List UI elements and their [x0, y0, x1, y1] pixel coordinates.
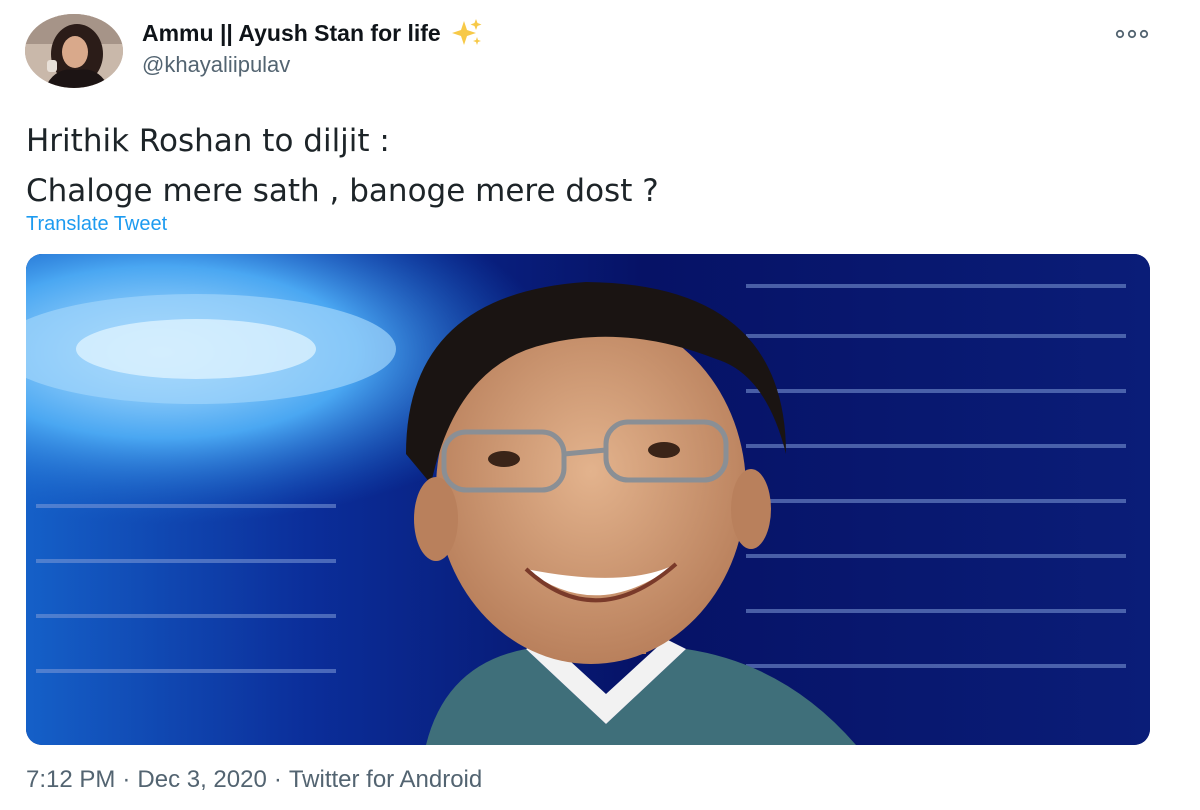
user-handle[interactable]: @khayaliipulav [142, 52, 290, 78]
tweet-meta: 7:12 PM · Dec 3, 2020 · Twitter for Android [26, 766, 482, 794]
avatar[interactable] [25, 14, 123, 88]
tweet-text-line: Chaloge mere sath , banoge mere dost ? [26, 173, 659, 209]
tweet-date[interactable]: Dec 3, 2020 [137, 766, 266, 793]
tweet-source[interactable]: Twitter for Android [289, 766, 482, 793]
tweet-text: Hrithik Roshan to diljit : Chaloge mere … [26, 116, 659, 216]
translate-tweet-link[interactable]: Translate Tweet [26, 213, 167, 236]
tweet-time[interactable]: 7:12 PM [26, 766, 115, 793]
more-options-icon[interactable] [1114, 24, 1150, 44]
display-name[interactable]: Ammu || Ayush Stan for life [142, 18, 483, 48]
display-name-text: Ammu || Ayush Stan for life [142, 19, 441, 46]
sparkles-icon [451, 18, 483, 48]
tweet-text-line: Hrithik Roshan to diljit : [26, 123, 390, 159]
meta-separator: · [122, 766, 131, 793]
tweet-image[interactable] [26, 254, 1150, 745]
meta-separator: · [273, 766, 282, 793]
